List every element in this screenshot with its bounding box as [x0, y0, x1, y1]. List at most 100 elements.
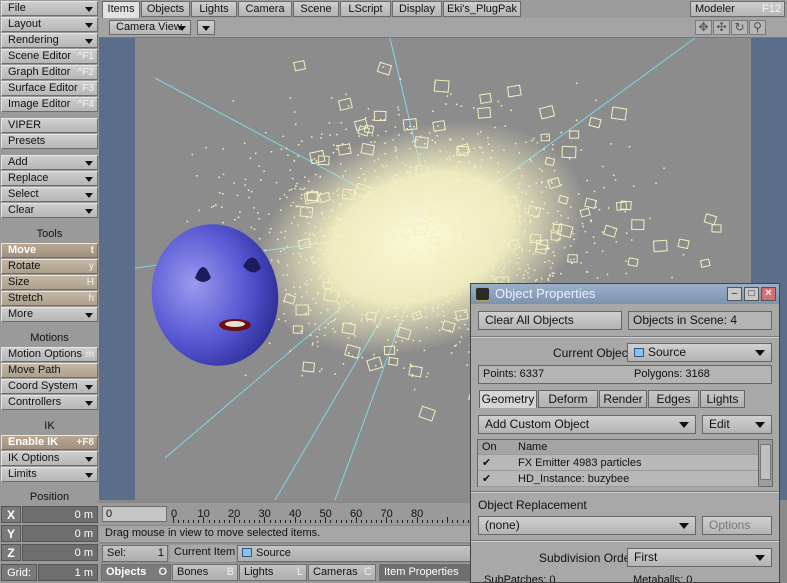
position-z-field[interactable]: 0 m [22, 544, 98, 561]
particle [372, 207, 374, 209]
surface-editor-button[interactable]: Surface Editor F3 [1, 81, 98, 96]
grid-size-field[interactable]: 1 m [38, 564, 98, 581]
particle [356, 282, 358, 285]
list-item[interactable]: ✔ HD_Instance: buzybee [478, 472, 759, 487]
particle [430, 240, 432, 242]
particle [406, 171, 408, 174]
particle [477, 197, 480, 200]
lights-mode-button[interactable]: Lights L [239, 564, 307, 581]
particle [484, 171, 486, 174]
tab-objects[interactable]: Objects [141, 1, 190, 17]
chevron-down-icon [679, 422, 689, 428]
tab-edges[interactable]: Edges [648, 390, 699, 408]
add-custom-object-dropdown[interactable]: Add Custom Object [478, 415, 696, 434]
frame-slider[interactable]: 0 10 20 30 40 50 60 70 80 [171, 504, 474, 524]
image-editor-button[interactable]: Image Editor ^F4 [1, 97, 98, 112]
controllers-menu[interactable]: Controllers [1, 395, 98, 410]
dialog-title-bar[interactable]: Object Properties – □ ✕ [471, 284, 779, 304]
view-options-dropdown[interactable] [197, 20, 215, 35]
tab-lscript[interactable]: LScript [340, 1, 391, 17]
chevron-down-icon [85, 177, 93, 182]
position-y-field[interactable]: 0 m [22, 525, 98, 542]
menu-select[interactable]: Select [1, 187, 98, 202]
cameras-mode-button[interactable]: Cameras C [308, 564, 376, 581]
modeler-button[interactable]: Modeler F12 [690, 1, 785, 17]
menu-clear[interactable]: Clear [1, 203, 98, 218]
tab-render[interactable]: Render [599, 390, 647, 408]
more-tools-menu[interactable]: More [1, 307, 98, 322]
replacement-options-button[interactable]: Options [702, 516, 772, 535]
limits-menu[interactable]: Limits [1, 467, 98, 482]
current-frame-field[interactable]: 0 [102, 506, 167, 522]
objects-mode-button[interactable]: Objects O [101, 564, 171, 581]
particle [396, 300, 398, 303]
close-icon[interactable]: ✕ [761, 287, 776, 301]
zoom-view-icon[interactable]: ⚲ [749, 20, 766, 35]
particle [300, 197, 302, 200]
particle [380, 187, 383, 189]
tab-items[interactable]: Items [102, 1, 140, 18]
tab-camera[interactable]: Camera [238, 1, 292, 17]
motion-options-button[interactable]: Motion Options m [1, 347, 98, 362]
menu-rendering[interactable]: Rendering [1, 33, 98, 48]
tab-geometry[interactable]: Geometry [479, 390, 537, 408]
item-properties-button[interactable]: Item Properties [379, 564, 471, 581]
edit-dropdown[interactable]: Edit [702, 415, 772, 434]
bones-mode-button[interactable]: Bones B [172, 564, 238, 581]
tab-scene[interactable]: Scene [293, 1, 339, 17]
tab-lights[interactable]: Lights [700, 390, 745, 408]
position-x-field[interactable]: 0 m [22, 506, 98, 523]
particle [424, 276, 427, 278]
particle [285, 289, 287, 291]
particle [434, 201, 436, 204]
current-item-dropdown[interactable]: Source [237, 545, 471, 562]
stretch-tool-button[interactable]: Stretch h [1, 291, 98, 306]
current-object-dropdown[interactable]: Source [627, 343, 772, 362]
particle [440, 239, 442, 241]
particle [383, 192, 386, 195]
enabled-check-icon[interactable]: ✔ [482, 472, 496, 487]
clear-all-objects-button[interactable]: Clear All Objects [478, 311, 622, 330]
viper-button[interactable]: VIPER [1, 118, 98, 133]
enabled-check-icon[interactable]: ✔ [482, 456, 496, 471]
scene-editor-button[interactable]: Scene Editor ^F1 [1, 49, 98, 64]
view-type-dropdown[interactable]: Camera View [109, 20, 191, 35]
particle [341, 301, 343, 304]
particle [337, 247, 339, 249]
frame-tick [462, 520, 464, 523]
tab-deform[interactable]: Deform [538, 390, 598, 408]
maximize-icon[interactable]: □ [744, 287, 759, 301]
tab-lights[interactable]: Lights [191, 1, 237, 17]
particle [390, 272, 392, 275]
scrollbar-thumb[interactable] [760, 444, 771, 480]
object-replacement-dropdown[interactable]: (none) [478, 516, 696, 535]
tab-ekis-plugpak[interactable]: Eki's_PlugPak [443, 1, 521, 17]
particle [586, 179, 588, 182]
menu-replace[interactable]: Replace [1, 171, 98, 186]
enable-ik-button[interactable]: Enable IK +F8 [1, 435, 98, 450]
rotate-tool-button[interactable]: Rotate y [1, 259, 98, 274]
particle [257, 212, 259, 214]
move-tool-button[interactable]: Move t [1, 243, 98, 258]
particle [445, 103, 447, 105]
graph-editor-button[interactable]: Graph Editor ^F2 [1, 65, 98, 80]
rotate-view-icon[interactable]: ↻ [731, 20, 748, 35]
menu-layout[interactable]: Layout [1, 17, 98, 32]
menu-file[interactable]: File [1, 1, 98, 16]
list-scrollbar[interactable] [758, 440, 772, 486]
menu-add[interactable]: Add [1, 155, 98, 170]
coord-system-menu[interactable]: Coord System [1, 379, 98, 394]
move-path-button[interactable]: Move Path [1, 363, 98, 378]
subdivision-order-dropdown[interactable]: First [627, 548, 772, 567]
tab-display[interactable]: Display [392, 1, 442, 17]
particle [378, 225, 380, 227]
ik-options-menu[interactable]: IK Options [1, 451, 98, 466]
particle [390, 195, 393, 198]
size-tool-button[interactable]: Size H [1, 275, 98, 290]
presets-button[interactable]: Presets [1, 134, 98, 149]
minimize-icon[interactable]: – [727, 287, 742, 301]
pan-view-icon[interactable]: ✣ [713, 20, 730, 35]
particle [419, 231, 421, 233]
list-item[interactable]: ✔ FX Emitter 4983 particles [478, 456, 759, 471]
move-view-icon[interactable]: ✥ [695, 20, 712, 35]
